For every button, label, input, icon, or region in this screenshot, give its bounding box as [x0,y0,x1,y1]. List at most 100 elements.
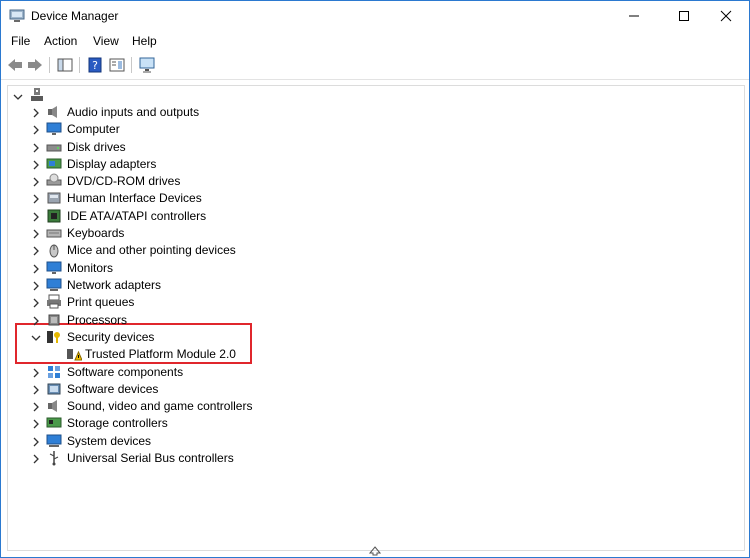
tree-row[interactable]: Storage controllers [8,415,738,432]
tree-item-label[interactable]: Software devices [67,382,158,396]
tree-row[interactable]: Security devices [8,329,738,346]
speaker-icon [48,106,57,118]
resize-handle-icon[interactable] [369,546,381,556]
tree-row[interactable]: Computer [8,121,738,138]
menu-action[interactable]: Action [44,34,77,48]
device-tree[interactable]: Audio inputs and outputs Computer Disk dri… [7,85,745,551]
processor-icon [48,314,60,326]
chevron-right-icon[interactable] [31,125,41,135]
dvd-drive-icon [46,173,62,186]
tree-row[interactable]: Processors [8,312,738,329]
chevron-right-icon[interactable] [31,368,41,378]
tree-row[interactable]: Display adapters [8,156,738,173]
tree-row[interactable]: Monitors [8,260,738,277]
title-bar[interactable]: Device Manager [1,1,749,31]
show-hide-console-icon [57,58,73,72]
help-icon: ? [88,57,102,73]
tree-item-label[interactable]: Disk drives [67,140,126,154]
tree-item-label[interactable]: Universal Serial Bus controllers [67,451,234,465]
tree-row[interactable]: Audio inputs and outputs [8,104,738,121]
chevron-right-icon[interactable] [31,229,41,239]
chevron-right-icon[interactable] [31,160,41,170]
ide-controller-icon [47,209,61,223]
back-button[interactable] [5,56,25,74]
chevron-right-icon[interactable] [31,385,41,395]
tree-row[interactable]: Universal Serial Bus controllers [8,450,738,467]
security-device-icon [47,331,60,343]
tree-item-label[interactable]: IDE ATA/ATAPI controllers [67,209,206,223]
tree-row[interactable]: Trusted Platform Module 2.0 [8,346,738,363]
tree-item-label[interactable]: Mice and other pointing devices [67,243,236,257]
help-button[interactable]: ? [85,56,105,74]
chevron-right-icon[interactable] [31,419,41,429]
chevron-right-icon[interactable] [31,212,41,222]
tree-item-label[interactable]: DVD/CD-ROM drives [67,174,180,188]
minimize-button[interactable] [611,1,657,31]
tree-item-label[interactable]: Security devices [67,330,154,344]
minimize-icon [629,15,639,17]
tree-item-label[interactable]: Human Interface Devices [67,191,202,205]
menu-view[interactable]: View [93,34,119,48]
chevron-down-icon[interactable] [31,333,41,343]
chevron-right-icon[interactable] [31,108,41,118]
toolbar-separator [79,57,80,73]
tree-row[interactable]: Sound, video and game controllers [8,398,738,415]
storage-controller-icon [46,417,62,428]
tree-item-label[interactable]: Computer [67,122,120,136]
chevron-right-icon[interactable] [31,246,41,256]
chevron-right-icon[interactable] [31,437,41,447]
window-title: Device Manager [31,9,119,23]
tree-item-label[interactable]: Print queues [67,295,134,309]
menu-help[interactable]: Help [132,34,157,48]
tree-row[interactable]: Keyboards [8,225,738,242]
properties-pane-button[interactable] [107,56,127,74]
chevron-down-icon[interactable] [13,92,23,102]
system-device-icon [46,434,62,447]
scan-hardware-button[interactable] [137,56,157,74]
keyboard-icon [46,229,62,238]
chevron-right-icon[interactable] [31,177,41,187]
show-hide-console-button[interactable] [55,56,75,74]
tree-row[interactable]: Disk drives [8,139,738,156]
tree-row[interactable]: Mice and other pointing devices [8,242,738,259]
chevron-right-icon[interactable] [31,316,41,326]
tree-row[interactable]: Print queues [8,294,738,311]
menu-file[interactable]: File [11,34,30,48]
tree-item-label[interactable]: Storage controllers [67,416,168,430]
forward-button[interactable] [25,56,45,74]
tree-item-label[interactable]: Audio inputs and outputs [67,105,199,119]
disk-drive-icon [46,144,62,152]
chevron-right-icon[interactable] [31,454,41,464]
computer-root-icon[interactable] [29,87,45,103]
tree-row[interactable]: Software devices [8,381,738,398]
tree-row[interactable]: IDE ATA/ATAPI controllers [8,208,738,225]
tree-row[interactable]: Human Interface Devices [8,190,738,207]
tree-item-label[interactable]: Sound, video and game controllers [67,399,252,413]
tree-row[interactable]: Software components [8,364,738,381]
chevron-right-icon[interactable] [31,194,41,204]
maximize-button[interactable] [661,1,707,31]
tree-row[interactable]: DVD/CD-ROM drives [8,173,738,190]
tree-item-label[interactable]: Software components [67,365,183,379]
chevron-right-icon[interactable] [31,298,41,308]
device-manager-app-icon [9,9,25,22]
tree-item-label[interactable]: Display adapters [67,157,156,171]
chevron-right-icon[interactable] [31,281,41,291]
tree-item-label[interactable]: Trusted Platform Module 2.0 [85,347,236,361]
svg-text:?: ? [92,59,98,72]
chevron-right-icon[interactable] [31,402,41,412]
close-button[interactable] [703,1,749,31]
tree-row[interactable]: System devices [8,433,738,450]
tree-row[interactable]: Network adapters [8,277,738,294]
tree-item-label[interactable]: System devices [67,434,151,448]
monitor-scan-icon [139,57,155,73]
chevron-right-icon[interactable] [31,143,41,153]
tree-item-label[interactable]: Network adapters [67,278,161,292]
tree-item-label[interactable]: Keyboards [67,226,124,240]
display-adapter-icon [46,158,62,169]
properties-pane-icon [109,58,125,72]
tree-item-label[interactable]: Processors [67,313,127,327]
network-adapter-icon [46,278,62,291]
tree-item-label[interactable]: Monitors [67,261,113,275]
chevron-right-icon[interactable] [31,264,41,274]
